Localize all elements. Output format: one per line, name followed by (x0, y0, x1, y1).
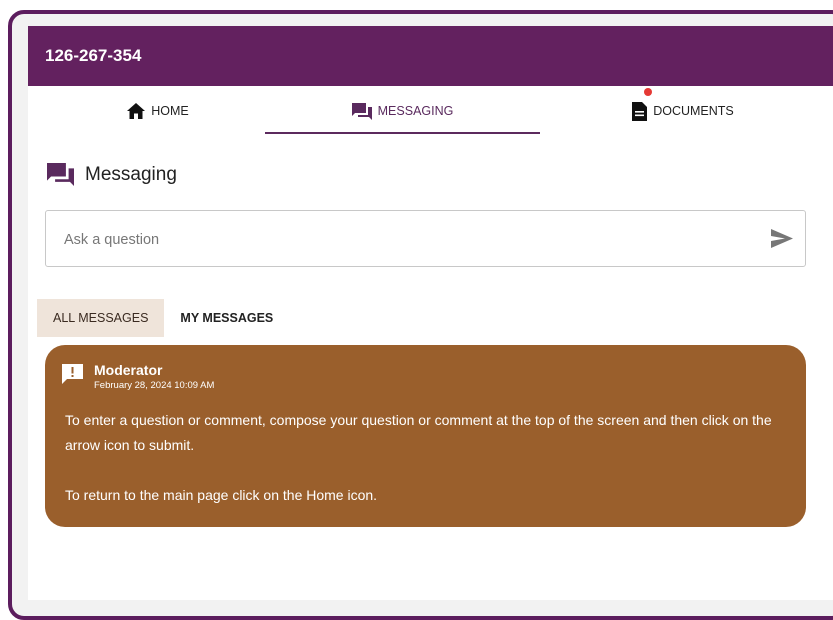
chat-icon (47, 163, 74, 186)
messaging-panel: 126-267-354 HOME MESSAGING DOCUMENTS Mes… (28, 26, 833, 600)
tab-messaging[interactable]: MESSAGING (265, 86, 540, 136)
question-input[interactable] (62, 211, 746, 268)
document-icon (632, 101, 648, 121)
tab-my-messages[interactable]: MY MESSAGES (164, 299, 289, 337)
chat-icon (351, 102, 372, 120)
message-timestamp: February 28, 2024 10:09 AM (94, 380, 215, 391)
notification-dot (644, 88, 652, 96)
message-author: Moderator (94, 362, 163, 378)
tab-all-messages[interactable]: ALL MESSAGES (37, 299, 165, 337)
message-card: Moderator February 28, 2024 10:09 AM To … (45, 345, 806, 527)
tab-documents[interactable]: DOCUMENTS (598, 86, 768, 136)
documents-icon-wrap (632, 101, 648, 121)
page-title: Messaging (85, 163, 177, 185)
alert-message-icon (62, 364, 83, 384)
nav-tabs: HOME MESSAGING DOCUMENTS (28, 86, 833, 136)
home-icon (127, 103, 146, 119)
tab-home[interactable]: HOME (93, 86, 223, 136)
tab-documents-label: DOCUMENTS (653, 104, 734, 118)
header-bar: 126-267-354 (28, 26, 833, 86)
ask-question-box (45, 210, 806, 268)
send-button[interactable] (771, 229, 793, 253)
message-paragraph: To return to the main page click on the … (65, 487, 378, 503)
send-icon (771, 229, 793, 248)
message-body: To enter a question or comment, compose … (65, 408, 790, 508)
tab-messaging-label: MESSAGING (377, 104, 454, 118)
meeting-id: 126-267-354 (45, 46, 142, 65)
active-tab-indicator (265, 132, 540, 134)
section-heading: Messaging (47, 163, 177, 186)
tab-home-label: HOME (151, 104, 189, 118)
message-paragraph: To enter a question or comment, compose … (65, 412, 772, 453)
message-filter-tabs: ALL MESSAGES MY MESSAGES (37, 299, 289, 337)
